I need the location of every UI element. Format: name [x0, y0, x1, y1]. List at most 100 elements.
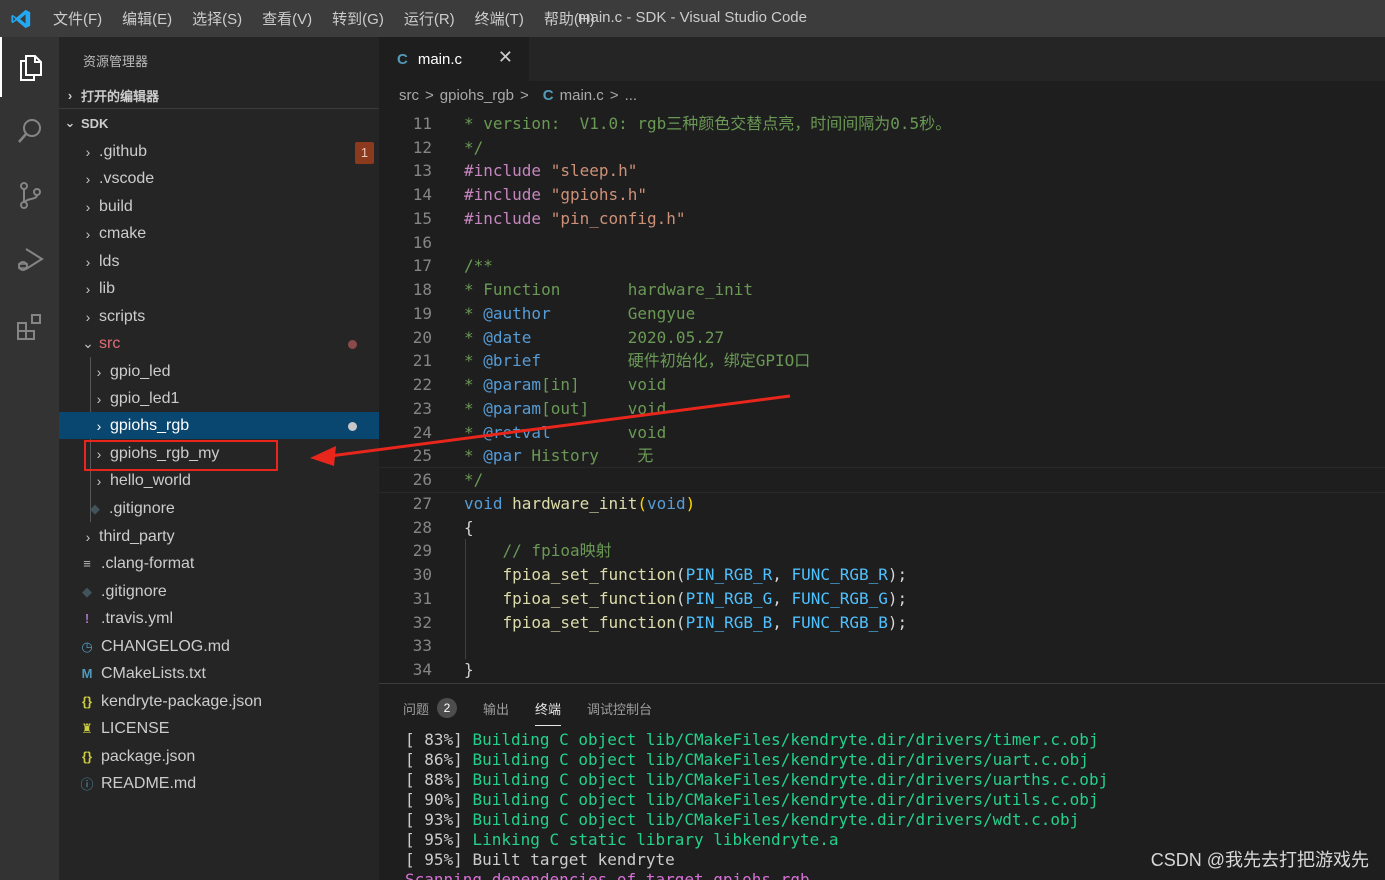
tab-problems-label: 问题	[403, 701, 430, 717]
menu-help[interactable]: 帮助(H)	[544, 8, 595, 29]
menu-file[interactable]: 文件(F)	[53, 8, 102, 29]
modified-dot	[348, 422, 357, 431]
tree-folder-github[interactable]: › .github 1	[59, 138, 379, 165]
tab-terminal[interactable]: 终端	[535, 699, 562, 726]
git-file-icon: ◆	[90, 500, 100, 516]
chevron-right-icon: ›	[85, 308, 91, 325]
tree-folder-src[interactable]: ⌄ src	[59, 330, 379, 357]
clock-file-icon: ◷	[81, 638, 93, 654]
tree-item-label: .github	[99, 142, 148, 160]
menu-view[interactable]: 查看(V)	[262, 8, 312, 29]
code-editor[interactable]: 11 * version: V1.0: rgb三种颜色交替点亮，时间间隔为0.5秒…	[378, 111, 1385, 683]
code-line: 21 * @brief 硬件初始化，绑定GPIO口	[412, 351, 811, 370]
tree-folder-hello-world[interactable]: › hello_world	[59, 467, 379, 494]
tree-file-changelog[interactable]: ◷ CHANGELOG.md	[59, 633, 379, 660]
code-line: 27 void hardware_init(void)	[412, 494, 696, 513]
tree-folder-third-party[interactable]: › third_party	[59, 523, 379, 550]
run-debug-icon	[17, 248, 44, 271]
terminal-output[interactable]: [ 83%] Building C object lib/CMakeFiles/…	[405, 730, 1108, 880]
problems-count-badge: 2	[437, 698, 458, 718]
watermark: CSDN @我先去打把游戏先	[1150, 850, 1369, 870]
tree-item-label: .travis.yml	[101, 609, 173, 627]
breadcrumb-separator: >	[609, 86, 619, 104]
menu-go[interactable]: 转到(G)	[332, 8, 384, 29]
code-line: 17/**	[412, 256, 493, 275]
search-button[interactable]	[0, 101, 59, 161]
git-file-icon: ◆	[82, 583, 92, 599]
tree-folder-gpiohs-rgb[interactable]: › gpiohs_rgb	[59, 412, 379, 439]
section-divider	[59, 108, 379, 109]
tab-main-c[interactable]: C main.c ✕	[379, 37, 529, 81]
chevron-right-icon: ›	[96, 417, 102, 434]
activity-bar	[0, 37, 59, 880]
tree-folder-lds[interactable]: › lds	[59, 248, 379, 275]
code-line: 15 #include "pin_config.h"	[412, 209, 686, 228]
tab-output[interactable]: 输出	[483, 699, 509, 718]
chevron-down-icon: ⌄	[64, 115, 76, 130]
breadcrumb-separator: >	[520, 86, 529, 104]
extensions-button[interactable]	[0, 297, 59, 357]
open-editors-section[interactable]: › 打开的编辑器	[59, 82, 379, 108]
tree-folder-vscode[interactable]: › .vscode	[59, 165, 379, 192]
chevron-right-icon: ›	[85, 170, 91, 187]
code-line: 34}	[412, 660, 474, 679]
breadcrumb: src > gpiohs_rgb > C main.c > ...	[379, 81, 1385, 109]
problems-badge: 1	[355, 142, 374, 164]
workspace-section[interactable]: ⌄ SDK	[59, 110, 379, 136]
code-line: 14 #include "gpiohs.h"	[412, 185, 648, 204]
chevron-right-icon: ›	[85, 198, 91, 215]
tree-folder-scripts[interactable]: › scripts	[59, 303, 379, 330]
tree-file-gitignore[interactable]: ◆ .gitignore	[59, 578, 379, 605]
tree-file-travis-yml[interactable]: ! .travis.yml	[59, 605, 379, 632]
menu-bar: 文件(F) 编辑(E) 选择(S) 查看(V) 转到(G) 运行(R) 终端(T…	[43, 0, 605, 37]
tree-folder-lib[interactable]: › lib	[59, 275, 379, 302]
tree-folder-cmake[interactable]: › cmake	[59, 220, 379, 247]
tree-item-label: LICENSE	[101, 719, 170, 737]
chevron-right-icon: ›	[85, 143, 91, 160]
breadcrumb-src[interactable]: src	[399, 87, 419, 104]
code-line: 29 // fpioa映射	[412, 541, 612, 560]
tree-file-clang-format[interactable]: ≡ .clang-format	[59, 550, 379, 577]
code-line: 19 * @author Gengyue	[412, 304, 696, 323]
open-editors-label: 打开的编辑器	[81, 88, 160, 104]
tab-debug-console[interactable]: 调试控制台	[587, 699, 652, 718]
tree-file-src-gitignore[interactable]: ◆ .gitignore	[59, 495, 379, 522]
close-icon[interactable]: ✕	[498, 47, 513, 68]
code-line: 23 * @param[out] void	[412, 399, 667, 418]
breadcrumb-gpiohs-rgb[interactable]: gpiohs_rgb	[440, 87, 514, 104]
title-bar: 文件(F) 编辑(E) 选择(S) 查看(V) 转到(G) 运行(R) 终端(T…	[0, 0, 1385, 37]
tree-item-label: scripts	[99, 307, 146, 325]
tree-file-package-json[interactable]: {} package.json	[59, 743, 379, 770]
terminal-line: [ 90%] Building C object lib/CMakeFiles/…	[405, 790, 1099, 809]
search-icon	[17, 119, 41, 143]
tree-file-license[interactable]: ♜ LICENSE	[59, 715, 379, 742]
tree-file-kendryte-package[interactable]: {} kendryte-package.json	[59, 688, 379, 715]
tab-problems[interactable]: 问题 2	[403, 698, 458, 718]
explorer-button[interactable]	[0, 37, 59, 97]
tree-file-readme[interactable]: ⓘ README.md	[59, 770, 379, 797]
code-line: 16	[412, 233, 432, 252]
c-file-icon: C	[542, 86, 554, 104]
code-line: 18 * Function hardware_init	[412, 280, 753, 299]
tree-folder-gpio-led1[interactable]: › gpio_led1	[59, 385, 379, 412]
run-debug-button[interactable]	[0, 229, 59, 289]
tree-item-label: gpiohs_rgb	[110, 416, 190, 434]
workspace-label: SDK	[81, 115, 109, 131]
tree-folder-gpio-led[interactable]: › gpio_led	[59, 358, 379, 385]
code-line-current: 26 */	[378, 467, 1385, 493]
tree-folder-build[interactable]: › build	[59, 193, 379, 220]
source-control-button[interactable]	[0, 165, 59, 225]
tree-file-cmakelists[interactable]: M CMakeLists.txt	[59, 660, 379, 687]
terminal-line: [ 86%] Building C object lib/CMakeFiles/…	[405, 750, 1089, 769]
menu-terminal[interactable]: 终端(T)	[475, 8, 524, 29]
tree-item-label: lds	[99, 252, 120, 270]
indent-guide	[465, 539, 466, 659]
menu-selection[interactable]: 选择(S)	[192, 8, 242, 29]
breadcrumb-ellipsis[interactable]: ...	[625, 87, 638, 104]
breadcrumb-main-c[interactable]: main.c	[560, 87, 604, 104]
menu-run[interactable]: 运行(R)	[404, 8, 455, 29]
tree-item-label: .vscode	[99, 169, 155, 187]
chevron-right-icon: ›	[85, 253, 91, 270]
menu-edit[interactable]: 编辑(E)	[122, 8, 172, 29]
tree-item-label: third_party	[99, 527, 175, 545]
